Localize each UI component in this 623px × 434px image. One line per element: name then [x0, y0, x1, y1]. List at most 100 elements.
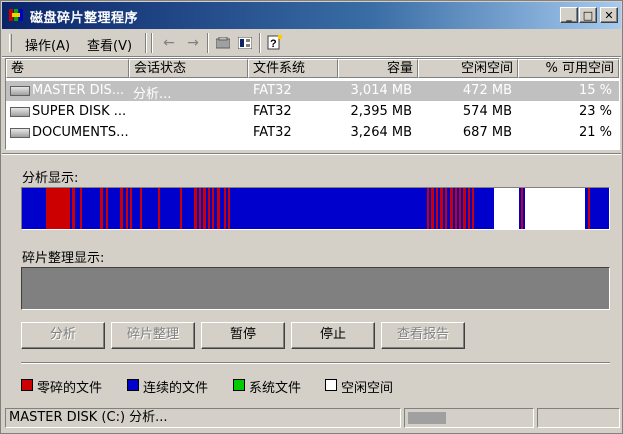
drive-properties-icon[interactable] [215, 35, 231, 51]
fragmented-segment [459, 188, 461, 229]
defrag-app-icon [9, 9, 23, 21]
capacity: 2,395 MB [350, 104, 412, 119]
status-pane-extra [537, 408, 620, 428]
legend-label: 连续的文件 [143, 381, 209, 396]
fragmented-segment [228, 188, 230, 229]
fragmented-segment [140, 188, 142, 229]
fragmented-segment [126, 188, 128, 229]
free-space-segment [525, 188, 585, 229]
help-icon[interactable]: ? [267, 35, 283, 51]
volume-row[interactable]: MASTER DIS... 分析... FAT32 3,014 MB 472 M… [6, 81, 619, 102]
svg-text:?: ? [270, 38, 277, 50]
progress-pane [404, 408, 534, 428]
volume-list[interactable]: 卷 会话状态 文件系统 容量 空闲空间 % 可用空间 MASTER DIS...… [5, 58, 620, 150]
free-space: 574 MB [462, 104, 512, 119]
fragmented-segment [100, 188, 103, 229]
back-arrow-icon[interactable]: ← [161, 35, 177, 51]
menu-toolbar: 操作(A) 查看(V) ← → ? [5, 31, 620, 55]
fragmented-segment [217, 188, 220, 229]
status-bar: MASTER DISK (C:) 分析... [5, 406, 620, 429]
column-header-volume[interactable]: 卷 [6, 59, 129, 78]
column-header-status[interactable]: 会话状态 [129, 59, 248, 78]
percent-free: 15 % [578, 83, 612, 98]
volume-name: SUPER DISK ... [32, 104, 127, 119]
toolbar-separator [151, 33, 153, 53]
legend-label: 零碎的文件 [37, 381, 103, 396]
volume-row[interactable]: DOCUMENTS... FAT32 3,264 MB 687 MB 21 % [6, 123, 619, 143]
fragmented-segment [72, 188, 75, 229]
free-swatch [325, 379, 337, 391]
volume-name: DOCUMENTS... [32, 125, 128, 140]
fragmented-segment [203, 188, 206, 229]
maximize-button[interactable]: □ [579, 7, 597, 23]
session-status: 分析... [133, 87, 172, 102]
maximize-icon: □ [582, 8, 594, 22]
pause-button[interactable]: 暂停 [201, 322, 285, 349]
fragmented-segment [521, 188, 523, 229]
percent-free: 23 % [578, 104, 612, 119]
toolbar-grip[interactable] [9, 34, 12, 52]
legend-label: 系统文件 [249, 381, 302, 396]
column-header-pct-free[interactable]: % 可用空间 [518, 59, 619, 78]
toolbar-separator [207, 33, 209, 53]
file-system: FAT32 [253, 104, 292, 119]
fragmented-segment [455, 188, 457, 229]
fragmented-segment [450, 188, 453, 229]
analysis-display [21, 187, 610, 230]
fragmented-segment [436, 188, 438, 229]
fragmented-segment [158, 188, 160, 229]
fragmented-segment [212, 188, 214, 229]
toolbar-separator [145, 33, 147, 53]
fragmented-segment [472, 188, 474, 229]
panel-divider [2, 153, 621, 155]
close-button[interactable]: ✕ [600, 7, 618, 23]
view-icon[interactable] [237, 35, 253, 51]
legend-divider [21, 362, 610, 364]
fragmented-segment [468, 188, 470, 229]
defragment-button[interactable]: 碎片整理 [111, 322, 195, 349]
analysis-display-label: 分析显示: [22, 171, 79, 186]
capacity: 3,264 MB [350, 125, 412, 140]
column-header-free[interactable]: 空闲空间 [418, 59, 518, 78]
defrag-display [21, 267, 610, 310]
fragmented-segment [194, 188, 197, 229]
file-system: FAT32 [253, 83, 292, 98]
volume-row[interactable]: SUPER DISK ... FAT32 2,395 MB 574 MB 23 … [6, 102, 619, 122]
fragmented-segment [440, 188, 443, 229]
menu-view[interactable]: 查看(V) [87, 35, 132, 54]
defrag-window: 磁盘碎片整理程序 _ □ ✕ 操作(A) 查看(V) ← → ? 卷 会话状态 … [0, 0, 623, 434]
free-space: 687 MB [462, 125, 512, 140]
stop-button[interactable]: 停止 [291, 322, 375, 349]
title-bar[interactable]: 磁盘碎片整理程序 _ □ ✕ [2, 2, 621, 29]
fragmented-segment [46, 188, 70, 229]
contiguous-swatch [127, 379, 139, 391]
file-system: FAT32 [253, 125, 292, 140]
menu-action[interactable]: 操作(A) [25, 35, 70, 54]
fragmented-segment [120, 188, 123, 229]
forward-arrow-icon[interactable]: → [185, 35, 201, 51]
fragmented-segment [445, 188, 447, 229]
free-space: 472 MB [462, 83, 512, 98]
window-title: 磁盘碎片整理程序 [30, 11, 139, 26]
volume-name: MASTER DIS... [32, 83, 125, 98]
minimize-button[interactable]: _ [560, 7, 578, 23]
toolbar-separator [259, 33, 261, 53]
minimize-icon: _ [566, 8, 572, 22]
column-header-filesystem[interactable]: 文件系统 [248, 59, 338, 78]
hard-drive-icon [10, 86, 30, 96]
column-header-capacity[interactable]: 容量 [338, 59, 418, 78]
fragmented-segment [431, 188, 434, 229]
view-report-button[interactable]: 查看报告 [381, 322, 465, 349]
system-swatch [233, 379, 245, 391]
fragmented-segment [80, 188, 82, 229]
fragmented-segment [588, 188, 590, 229]
defrag-display-label: 碎片整理显示: [22, 251, 105, 266]
status-text: MASTER DISK (C:) 分析... [5, 408, 401, 428]
hard-drive-icon [10, 107, 30, 117]
analyze-button[interactable]: 分析 [21, 322, 105, 349]
fragmented-segment [208, 188, 210, 229]
fragmented-segment [199, 188, 201, 229]
fragmented-segment [224, 188, 226, 229]
capacity: 3,014 MB [350, 83, 412, 98]
close-icon: ✕ [604, 8, 614, 22]
